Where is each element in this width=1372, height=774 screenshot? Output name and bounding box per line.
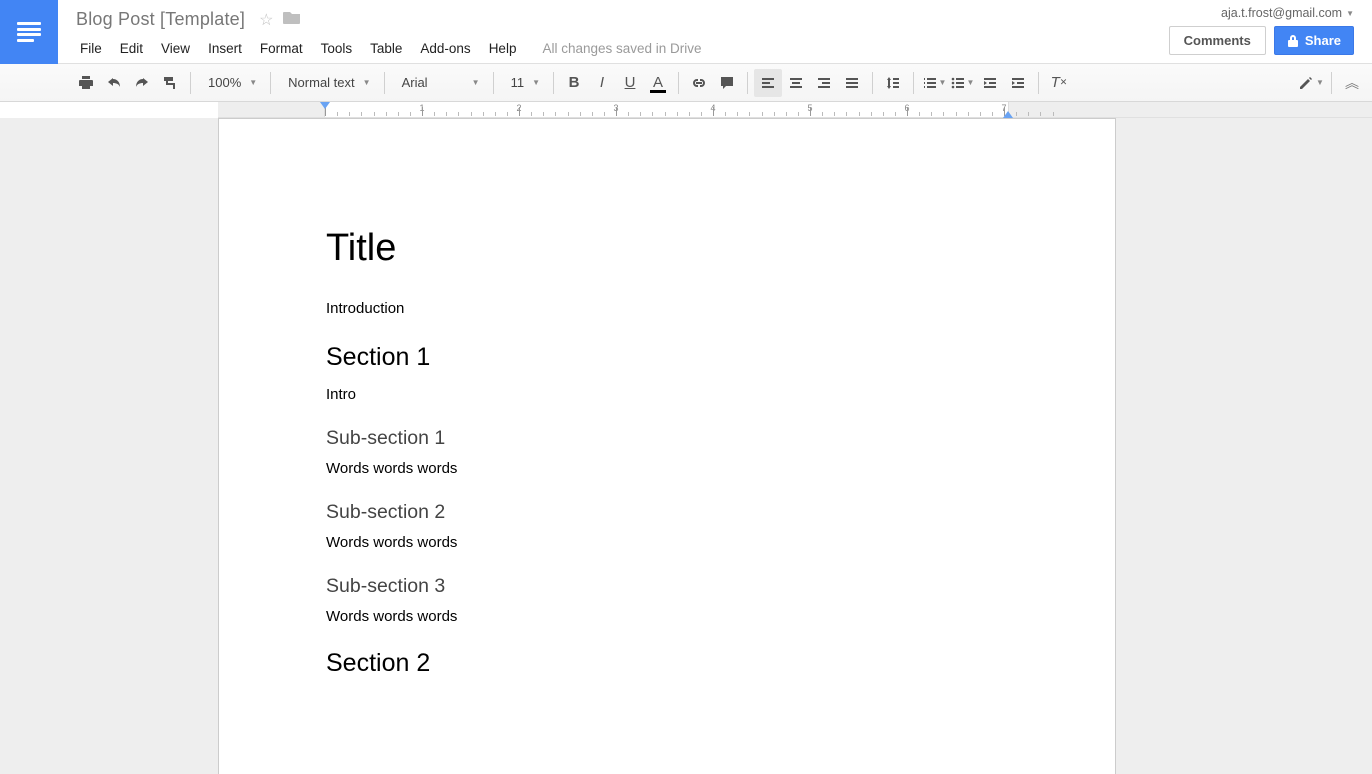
subsection-body[interactable]: Words words words [326,534,1008,551]
menu-view[interactable]: View [153,37,198,60]
size-value: 11 [511,75,525,90]
subsection-heading[interactable]: Sub-section 2 [326,501,1008,524]
save-status: All changes saved in Drive [542,41,701,56]
hide-menus-icon[interactable]: ︽ [1338,69,1366,97]
subsection-body[interactable]: Words words words [326,608,1008,625]
document-title[interactable]: Blog Post [Template] [72,7,249,32]
underline-button[interactable]: U [616,69,644,97]
italic-button[interactable]: I [588,69,616,97]
document-canvas[interactable]: Title Introduction Section 1 Intro Sub-s… [0,118,1372,774]
horizontal-ruler[interactable]: 1234567 [0,102,1372,118]
zoom-dropdown[interactable]: 100%▼ [197,70,264,96]
align-justify-icon[interactable] [838,69,866,97]
paragraph-style-dropdown[interactable]: Normal text▼ [277,70,377,96]
increase-indent-icon[interactable] [1004,69,1032,97]
doc-intro[interactable]: Introduction [326,300,1008,317]
clear-formatting-icon[interactable]: T✕ [1045,69,1073,97]
insert-link-icon[interactable] [685,69,713,97]
section-heading[interactable]: Section 1 [326,343,1008,372]
font-size-dropdown[interactable]: 11▼ [500,70,547,96]
menu-insert[interactable]: Insert [200,37,250,60]
paint-format-icon[interactable] [156,69,184,97]
align-right-icon[interactable] [810,69,838,97]
section-heading[interactable]: Section 2 [326,649,1008,678]
menu-format[interactable]: Format [252,37,311,60]
style-value: Normal text [288,75,354,90]
menu-file[interactable]: File [72,37,110,60]
text-color-button[interactable]: A [644,69,672,97]
align-center-icon[interactable] [782,69,810,97]
toolbar: 100%▼ Normal text▼ Arial▼ 11▼ B I U A ▼ … [0,64,1372,102]
account-email: aja.t.frost@gmail.com [1221,6,1342,20]
numbered-list-icon[interactable]: ▼ [920,69,948,97]
menu-bar: File Edit View Insert Format Tools Table… [72,34,1159,63]
print-icon[interactable] [72,69,100,97]
share-label: Share [1305,33,1341,48]
redo-icon[interactable] [128,69,156,97]
comments-button[interactable]: Comments [1169,26,1266,55]
bulleted-list-icon[interactable]: ▼ [948,69,976,97]
menu-tools[interactable]: Tools [313,37,361,60]
editing-mode-icon[interactable]: ▼ [1297,69,1325,97]
star-icon[interactable]: ☆ [259,10,273,30]
folder-icon[interactable] [283,10,301,30]
header-right: aja.t.frost@gmail.com ▼ Comments Share [1169,0,1372,63]
subsection-heading[interactable]: Sub-section 3 [326,575,1008,598]
menu-addons[interactable]: Add-ons [412,37,478,60]
docs-logo[interactable] [0,0,58,64]
title-area: Blog Post [Template] ☆ File Edit View In… [58,0,1169,63]
document-page[interactable]: Title Introduction Section 1 Intro Sub-s… [218,118,1116,774]
menu-help[interactable]: Help [481,37,525,60]
line-spacing-icon[interactable] [879,69,907,97]
account-menu[interactable]: aja.t.frost@gmail.com ▼ [1221,6,1354,20]
left-indent-marker[interactable] [320,102,330,109]
lock-icon [1287,34,1299,48]
app-bar: Blog Post [Template] ☆ File Edit View In… [0,0,1372,64]
font-value: Arial [402,75,428,90]
section-intro[interactable]: Intro [326,386,1008,403]
insert-comment-icon[interactable] [713,69,741,97]
share-button[interactable]: Share [1274,26,1354,55]
chevron-down-icon: ▼ [1346,9,1354,18]
undo-icon[interactable] [100,69,128,97]
align-left-icon[interactable] [754,69,782,97]
doc-title-h1[interactable]: Title [326,227,1008,270]
zoom-value: 100% [208,75,241,90]
menu-table[interactable]: Table [362,37,410,60]
decrease-indent-icon[interactable] [976,69,1004,97]
subsection-heading[interactable]: Sub-section 1 [326,427,1008,450]
bold-button[interactable]: B [560,69,588,97]
right-indent-marker[interactable] [1003,111,1013,118]
docs-logo-icon [17,22,41,42]
menu-edit[interactable]: Edit [112,37,151,60]
font-family-dropdown[interactable]: Arial▼ [391,70,487,96]
subsection-body[interactable]: Words words words [326,460,1008,477]
